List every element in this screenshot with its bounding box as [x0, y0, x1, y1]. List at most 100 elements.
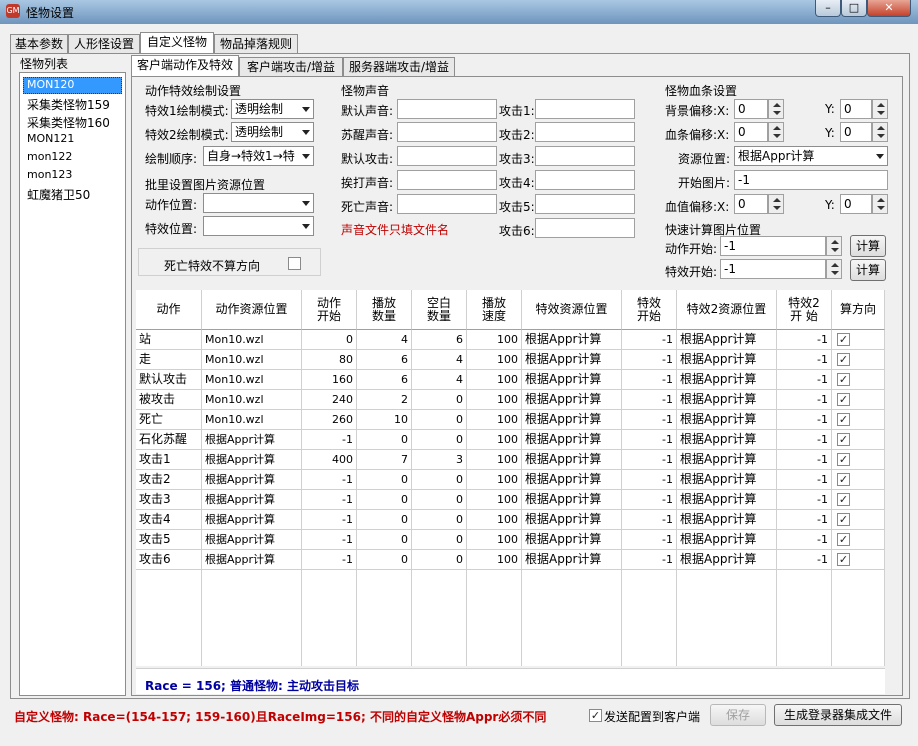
bg-offset-x-input[interactable]: 0 [734, 99, 768, 119]
cell-action[interactable]: 走 [136, 350, 202, 370]
cell-effect2-start[interactable]: -1 [777, 410, 832, 430]
column-header-effect-resource[interactable]: 特效资源位置 [522, 290, 622, 330]
direction-checkbox[interactable]: ✓ [837, 393, 850, 406]
effect2-mode-select[interactable]: 透明绘制 [231, 122, 314, 142]
value-offset-y-input[interactable]: 0 [840, 194, 872, 214]
wake-sound-input[interactable] [397, 122, 497, 142]
cell-calc-direction[interactable]: ✓ [832, 550, 885, 570]
cell-effect-start[interactable]: -1 [622, 330, 677, 350]
cell-effect2-resource[interactable]: 根据Appr计算 [677, 470, 777, 490]
cell-play-count[interactable]: 0 [357, 510, 412, 530]
list-item[interactable]: mon122 [27, 150, 72, 163]
cell-action[interactable]: 攻击5 [136, 530, 202, 550]
cell-action-resource[interactable]: 根据Appr计算 [202, 450, 302, 470]
column-header-effect2-start[interactable]: 特效2 开 始 [777, 290, 832, 330]
effect1-mode-select[interactable]: 透明绘制 [231, 99, 314, 119]
cell-calc-direction[interactable]: ✓ [832, 430, 885, 450]
cell-play-count[interactable]: 0 [357, 530, 412, 550]
cell-blank-count[interactable]: 4 [412, 370, 467, 390]
cell-play-count[interactable]: 6 [357, 370, 412, 390]
tab-client-attack[interactable]: 客户端攻击/增益 [239, 57, 343, 77]
cell-action[interactable]: 攻击1 [136, 450, 202, 470]
cell-action-resource[interactable]: 根据Appr计算 [202, 510, 302, 530]
bar-offset-y-spinner[interactable] [872, 122, 888, 142]
cell-action-resource[interactable]: Mon10.wzl [202, 330, 302, 350]
cell-effect-resource[interactable]: 根据Appr计算 [522, 390, 622, 410]
cell-effect2-resource[interactable]: 根据Appr计算 [677, 350, 777, 370]
cell-blank-count[interactable]: 0 [412, 470, 467, 490]
cell-play-speed[interactable]: 100 [467, 510, 522, 530]
direction-checkbox[interactable]: ✓ [837, 433, 850, 446]
cell-action[interactable]: 死亡 [136, 410, 202, 430]
cell-effect2-resource[interactable]: 根据Appr计算 [677, 330, 777, 350]
cell-blank-count[interactable]: 4 [412, 350, 467, 370]
cell-effect2-resource[interactable]: 根据Appr计算 [677, 550, 777, 570]
cell-play-speed[interactable]: 100 [467, 370, 522, 390]
death-sound-input[interactable] [397, 194, 497, 214]
calc-action-button[interactable]: 计算 [850, 235, 886, 257]
cell-calc-direction[interactable]: ✓ [832, 410, 885, 430]
cell-blank-count[interactable]: 0 [412, 530, 467, 550]
cell-effect-resource[interactable]: 根据Appr计算 [522, 330, 622, 350]
cell-effect2-start[interactable]: -1 [777, 470, 832, 490]
cell-play-count[interactable]: 4 [357, 330, 412, 350]
cell-blank-count[interactable]: 0 [412, 510, 467, 530]
cell-effect-start[interactable]: -1 [622, 410, 677, 430]
default-attack-sound-input[interactable] [397, 146, 497, 166]
cell-effect2-resource[interactable]: 根据Appr计算 [677, 530, 777, 550]
cell-blank-count[interactable]: 0 [412, 410, 467, 430]
cell-effect-resource[interactable]: 根据Appr计算 [522, 470, 622, 490]
cell-action-start[interactable]: -1 [302, 430, 357, 450]
death-effect-checkbox[interactable] [288, 257, 301, 270]
cell-effect-resource[interactable]: 根据Appr计算 [522, 550, 622, 570]
cell-effect2-resource[interactable]: 根据Appr计算 [677, 510, 777, 530]
cell-play-speed[interactable]: 100 [467, 490, 522, 510]
action-start-spinner[interactable] [826, 236, 842, 256]
value-offset-y-spinner[interactable] [872, 194, 888, 214]
bar-offset-x-spinner[interactable] [768, 122, 784, 142]
list-item[interactable]: 虹魔猪卫50 [27, 186, 90, 203]
minimize-button[interactable]: – [815, 0, 841, 17]
direction-checkbox[interactable]: ✓ [837, 353, 850, 366]
list-item[interactable]: MON121 [27, 132, 74, 145]
direction-checkbox[interactable]: ✓ [837, 533, 850, 546]
cell-effect-resource[interactable]: 根据Appr计算 [522, 430, 622, 450]
cell-blank-count[interactable]: 6 [412, 330, 467, 350]
list-item[interactable]: 采集类怪物159 [27, 96, 110, 113]
bar-offset-x-input[interactable]: 0 [734, 122, 768, 142]
cell-play-speed[interactable]: 100 [467, 450, 522, 470]
cell-blank-count[interactable]: 0 [412, 490, 467, 510]
column-header-play-speed[interactable]: 播放 速度 [467, 290, 522, 330]
cell-effect2-start[interactable]: -1 [777, 370, 832, 390]
column-header-action-resource[interactable]: 动作资源位置 [202, 290, 302, 330]
attack5-sound-input[interactable] [535, 194, 635, 214]
calc-effect-button[interactable]: 计算 [850, 259, 886, 281]
cell-effect-resource[interactable]: 根据Appr计算 [522, 410, 622, 430]
cell-effect2-start[interactable]: -1 [777, 550, 832, 570]
tab-server-attack[interactable]: 服务器端攻击/增益 [343, 57, 455, 77]
cell-blank-count[interactable]: 0 [412, 430, 467, 450]
cell-play-speed[interactable]: 100 [467, 390, 522, 410]
cell-calc-direction[interactable]: ✓ [832, 510, 885, 530]
direction-checkbox[interactable]: ✓ [837, 513, 850, 526]
cell-calc-direction[interactable]: ✓ [832, 530, 885, 550]
cell-effect-start[interactable]: -1 [622, 370, 677, 390]
draw-order-select[interactable]: 自身→特效1→特 [203, 146, 314, 166]
attack6-sound-input[interactable] [535, 218, 635, 238]
column-header-action-start[interactable]: 动作 开始 [302, 290, 357, 330]
cell-effect-resource[interactable]: 根据Appr计算 [522, 350, 622, 370]
attack4-sound-input[interactable] [535, 170, 635, 190]
resource-position-select[interactable]: 根据Appr计算 [734, 146, 888, 166]
cell-effect-resource[interactable]: 根据Appr计算 [522, 530, 622, 550]
cell-action[interactable]: 攻击2 [136, 470, 202, 490]
cell-calc-direction[interactable]: ✓ [832, 490, 885, 510]
column-header-effect-start[interactable]: 特效 开始 [622, 290, 677, 330]
cell-action-start[interactable]: -1 [302, 550, 357, 570]
cell-calc-direction[interactable]: ✓ [832, 330, 885, 350]
cell-blank-count[interactable]: 3 [412, 450, 467, 470]
cell-effect2-start[interactable]: -1 [777, 450, 832, 470]
cell-calc-direction[interactable]: ✓ [832, 390, 885, 410]
bg-offset-y-spinner[interactable] [872, 99, 888, 119]
cell-play-count[interactable]: 10 [357, 410, 412, 430]
cell-action-resource[interactable]: Mon10.wzl [202, 390, 302, 410]
